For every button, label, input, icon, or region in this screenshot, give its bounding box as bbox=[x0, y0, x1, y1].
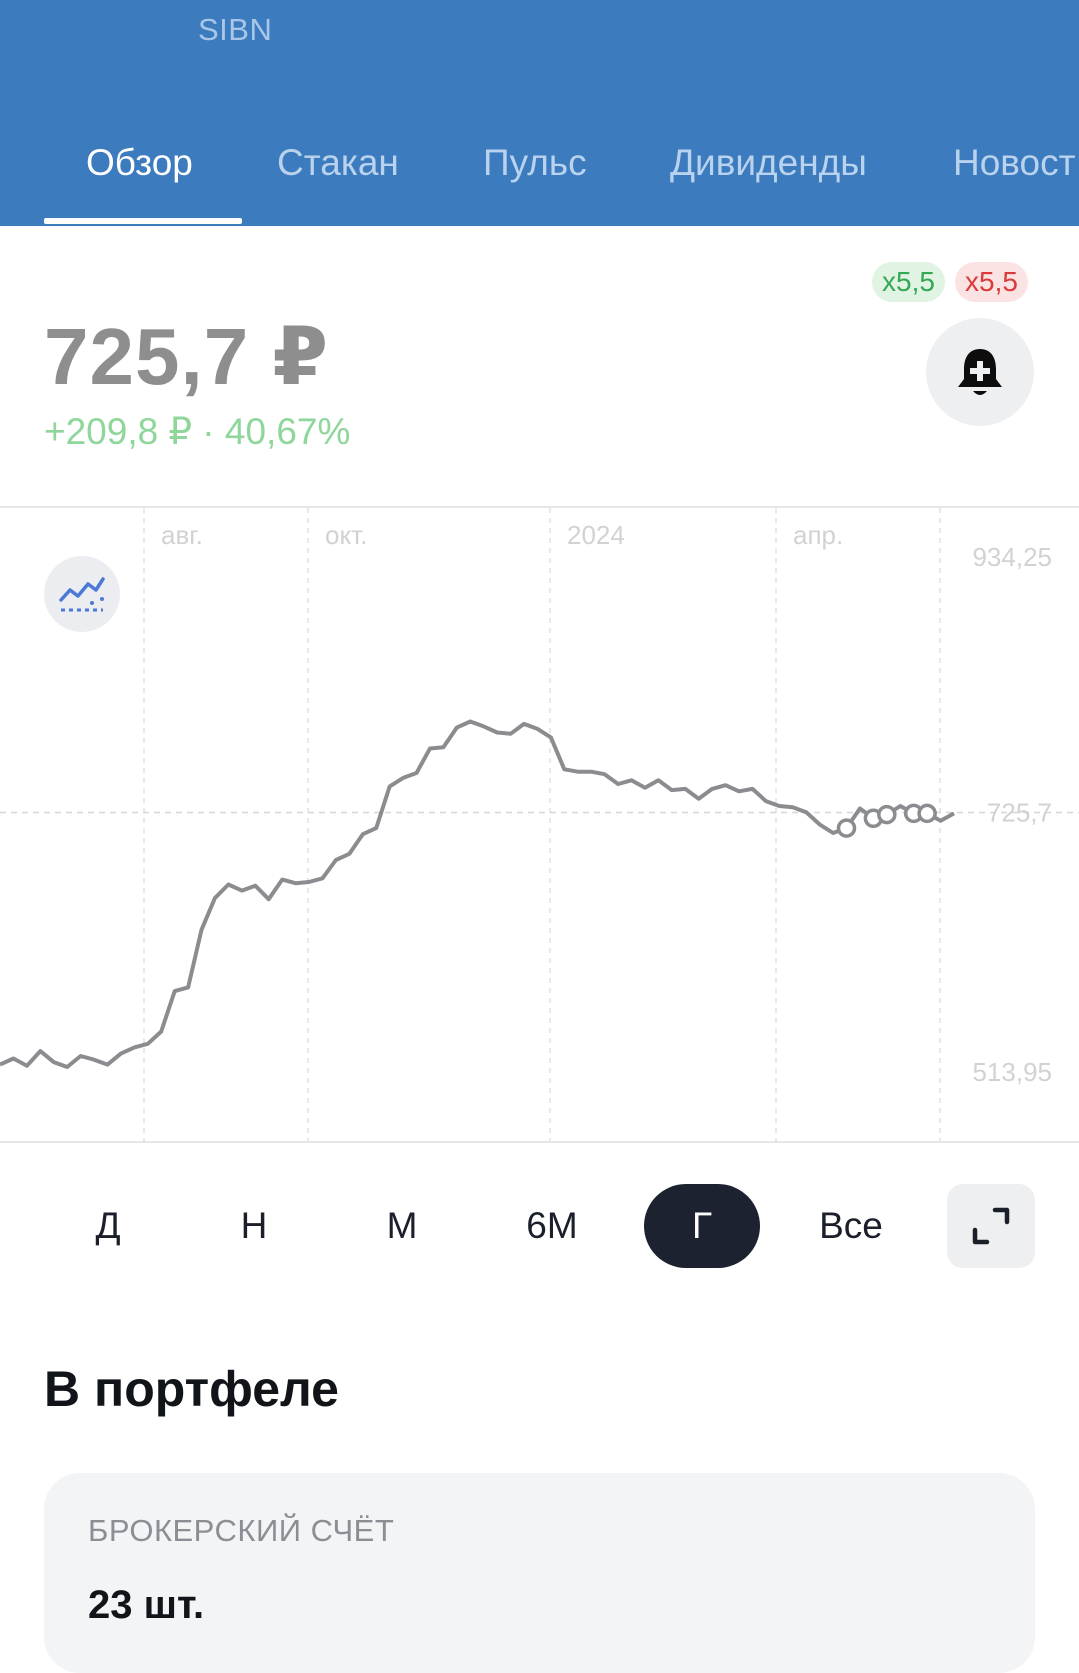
expand-icon bbox=[972, 1207, 1010, 1245]
y-tick-label: 725,7 bbox=[987, 798, 1052, 828]
x-tick-label: авг. bbox=[161, 520, 203, 550]
bell-plus-icon bbox=[958, 349, 1002, 395]
tab-news[interactable]: Новост bbox=[953, 138, 1076, 188]
indicators-icon bbox=[59, 577, 105, 612]
ticker-symbol: SIBN bbox=[198, 12, 273, 47]
tab-dividends[interactable]: Дивиденды bbox=[670, 138, 867, 188]
period-month[interactable]: М bbox=[354, 1184, 450, 1268]
leverage-long-badge: x5,5 bbox=[872, 262, 945, 302]
position-quantity: 23 шт. bbox=[88, 1583, 205, 1627]
x-tick-label: апр. bbox=[793, 520, 843, 550]
leverage-short-badge: x5,5 bbox=[955, 262, 1028, 302]
active-tab-indicator bbox=[44, 218, 242, 224]
tab-bar: Обзор Стакан Пульс Дивиденды Новост bbox=[0, 138, 1079, 226]
portfolio-card[interactable]: БРОКЕРСКИЙ СЧЁТ 23 шт. bbox=[44, 1473, 1035, 1673]
y-tick-label: 513,95 bbox=[972, 1057, 1052, 1087]
chart-svg: авг. окт. 2024 апр. 934,25 725,7 513,95 bbox=[0, 508, 1079, 1141]
period-day[interactable]: Д bbox=[60, 1184, 156, 1268]
chart-marker bbox=[836, 818, 857, 838]
period-selector: Д Н М 6М Г Все bbox=[0, 1184, 1079, 1268]
chart-marker bbox=[917, 803, 937, 824]
price-change: +209,8 ₽ · 40,67% bbox=[44, 411, 351, 452]
indicators-button[interactable] bbox=[44, 556, 120, 632]
current-price: 725,7 ₽ bbox=[44, 312, 330, 401]
tab-overview[interactable]: Обзор bbox=[86, 138, 193, 188]
period-year[interactable]: Г bbox=[644, 1184, 760, 1268]
fullscreen-chart-button[interactable] bbox=[947, 1184, 1035, 1268]
period-6-months[interactable]: 6М bbox=[494, 1184, 610, 1268]
account-label: БРОКЕРСКИЙ СЧЁТ bbox=[88, 1513, 395, 1548]
chart-marker bbox=[877, 804, 897, 825]
tab-order-book[interactable]: Стакан bbox=[277, 138, 399, 188]
price-alert-button[interactable] bbox=[926, 318, 1034, 426]
app-header: SIBN Обзор Стакан Пульс Дивиденды Новост bbox=[0, 0, 1079, 226]
portfolio-title: В портфеле bbox=[44, 1361, 339, 1417]
period-week[interactable]: Н bbox=[206, 1184, 302, 1268]
tab-pulse[interactable]: Пульс bbox=[483, 138, 587, 188]
price-chart[interactable]: авг. окт. 2024 апр. 934,25 725,7 513,95 bbox=[0, 506, 1079, 1143]
x-tick-label: 2024 bbox=[567, 520, 625, 550]
price-line bbox=[0, 719, 955, 1069]
period-all[interactable]: Все bbox=[796, 1184, 906, 1268]
x-tick-label: окт. bbox=[325, 520, 367, 550]
y-tick-label: 934,25 bbox=[972, 542, 1052, 572]
